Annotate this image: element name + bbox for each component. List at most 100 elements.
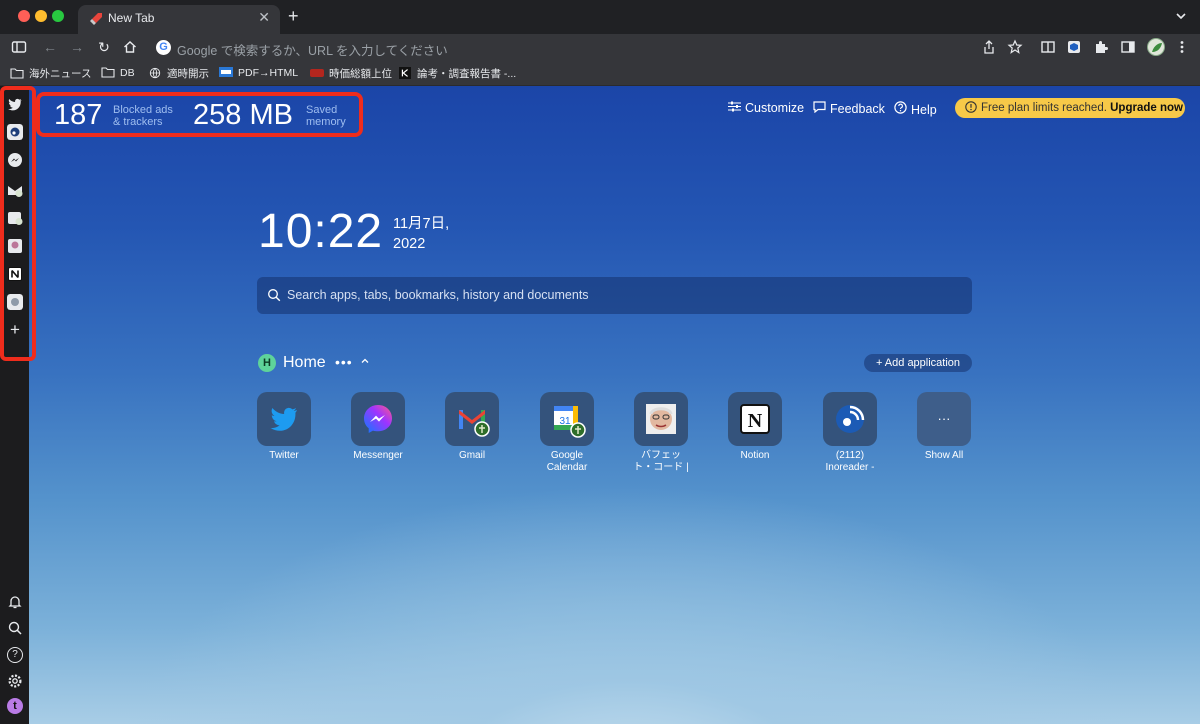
forward-icon[interactable]: → — [69, 39, 85, 55]
tab-title: New Tab — [108, 11, 155, 25]
settings-icon[interactable] — [7, 673, 23, 689]
app-label: Notion — [740, 450, 770, 461]
inoreader-icon[interactable] — [7, 124, 23, 140]
gmail-icon[interactable] — [7, 182, 23, 198]
bookmark-star-icon[interactable] — [1007, 39, 1023, 55]
feedback-button[interactable]: Feedback — [813, 101, 885, 116]
sidebar-toggle-icon[interactable] — [11, 39, 27, 55]
more-icon: ··· — [917, 392, 971, 446]
calendar-icon[interactable] — [7, 210, 23, 226]
twitter-icon[interactable] — [7, 96, 23, 112]
tab-search-chevron-icon[interactable] — [1174, 9, 1188, 23]
bookmark-item[interactable]: 適時開示 — [148, 66, 209, 82]
help-icon[interactable]: ? — [7, 647, 23, 663]
memory-label-2: memory — [306, 116, 346, 128]
warning-icon — [965, 101, 977, 113]
app-label-line-2: Inoreader - — [825, 462, 875, 473]
home-more-icon[interactable]: ••• — [335, 354, 353, 370]
share-icon[interactable] — [981, 39, 997, 55]
calendar-day-number: 31 — [559, 416, 571, 427]
inoreader-icon — [823, 392, 877, 446]
home-space-badge[interactable]: H — [258, 354, 276, 372]
globe-icon — [149, 67, 161, 79]
calendar-icon: 31 — [540, 392, 594, 446]
app-label: Twitter — [269, 450, 299, 461]
gmail-icon — [445, 392, 499, 446]
bookmark-item[interactable]: PDF→HTML — [219, 66, 298, 82]
search-box[interactable]: Search apps, tabs, bookmarks, history an… — [257, 277, 972, 314]
customize-label: Customize — [745, 101, 805, 115]
pdf-icon — [219, 67, 233, 77]
upgrade-message: Free plan limits reached. — [981, 102, 1107, 114]
search-icon[interactable] — [7, 620, 23, 636]
address-bar[interactable]: G Google で検索するか、URL を入力してください — [150, 36, 970, 60]
search-placeholder[interactable]: Search apps, tabs, bookmarks, history an… — [287, 288, 589, 302]
address-placeholder[interactable]: Google で検索するか、URL を入力してください — [177, 40, 448, 59]
extension-cube-icon[interactable] — [1066, 39, 1082, 55]
question-circle-icon — [894, 101, 907, 114]
back-icon[interactable]: ← — [42, 39, 58, 55]
folder-icon — [10, 68, 24, 79]
profile-icon[interactable]: t — [7, 698, 23, 714]
app-label-line-2: ト・コード | — [633, 462, 689, 473]
app-label: Messenger — [353, 450, 403, 461]
bookmark-label: PDF→HTML — [238, 67, 299, 79]
app-label: Show All — [924, 450, 964, 461]
app-label-line-1: バフェッ — [641, 450, 681, 461]
bookmark-item[interactable]: 論考・調査報告書 -... — [398, 66, 516, 82]
notion-icon[interactable] — [7, 266, 23, 282]
new-tab-button[interactable]: + — [288, 6, 299, 27]
app-label-line-1: (2112) — [835, 450, 865, 461]
k-icon — [399, 67, 411, 79]
close-window-button[interactable] — [18, 10, 30, 22]
bookmark-item[interactable]: DB — [101, 66, 135, 82]
upgrade-banner[interactable]: Free plan limits reached. Upgrade now — [955, 98, 1185, 118]
zoom-window-button[interactable] — [52, 10, 64, 22]
sliders-icon — [728, 101, 741, 112]
profile-avatar[interactable] — [1147, 38, 1165, 56]
app-label-line-1: Google — [550, 450, 584, 461]
customize-button[interactable]: Customize — [728, 101, 804, 115]
bookmark-item[interactable]: 海外ニュース — [10, 66, 91, 82]
notion-glyph: N — [748, 410, 763, 432]
chevron-up-icon[interactable] — [360, 356, 370, 366]
buffett-icon — [634, 392, 688, 446]
messenger-icon — [351, 392, 405, 446]
search-icon — [268, 289, 281, 302]
browser-window: New Tab ✕ + ← → ↻ G Google で検索するか、URL を入… — [0, 0, 1200, 724]
date-line-2: 2022 — [393, 236, 426, 252]
more-glyph: ··· — [938, 411, 951, 426]
bookmark-label: 適時開示 — [167, 68, 209, 80]
home-space-title[interactable]: Home — [283, 354, 326, 372]
close-tab-icon[interactable]: ✕ — [258, 9, 270, 26]
google-icon: G — [156, 40, 171, 55]
app-label: Google Calendar — [522, 450, 612, 474]
site-icon — [310, 69, 324, 77]
memory-label-1: Saved — [306, 104, 338, 116]
clock-date: 11月7日, 2022 — [393, 214, 449, 254]
buffett-icon[interactable] — [7, 238, 23, 254]
blocked-label-2: & trackers — [113, 116, 163, 128]
add-application-button[interactable]: + Add application — [864, 354, 972, 372]
extra-icon[interactable] — [7, 294, 23, 310]
bookmark-label: DB — [120, 67, 135, 79]
reading-mode-icon[interactable] — [1040, 39, 1056, 55]
upgrade-now-link[interactable]: Upgrade now — [1110, 102, 1183, 114]
more-menu-icon[interactable] — [1174, 39, 1190, 55]
bookmarks-bar: 海外ニュース DB 適時開示 PDF→HTML 時価総額上位 論考・調査報告書 … — [0, 62, 1200, 86]
app-label: バフェッ ト・コード | — [616, 450, 706, 474]
help-button[interactable]: Help — [894, 101, 937, 117]
add-app-button[interactable]: + — [7, 321, 23, 338]
tab-new-tab[interactable]: New Tab ✕ — [78, 5, 280, 34]
saved-memory-value: 258 MB — [193, 99, 293, 131]
reload-icon[interactable]: ↻ — [96, 39, 112, 55]
toolbar: ← → ↻ G Google で検索するか、URL を入力してください — [0, 34, 1200, 62]
help-label: Help — [911, 103, 937, 117]
bell-icon[interactable] — [7, 594, 23, 610]
extensions-puzzle-icon[interactable] — [1093, 39, 1109, 55]
home-icon[interactable] — [122, 39, 138, 55]
minimize-window-button[interactable] — [35, 10, 47, 22]
bookmark-item[interactable]: 時価総額上位 — [310, 66, 392, 82]
side-panel-icon[interactable] — [1120, 39, 1136, 55]
messenger-icon[interactable] — [7, 152, 23, 168]
